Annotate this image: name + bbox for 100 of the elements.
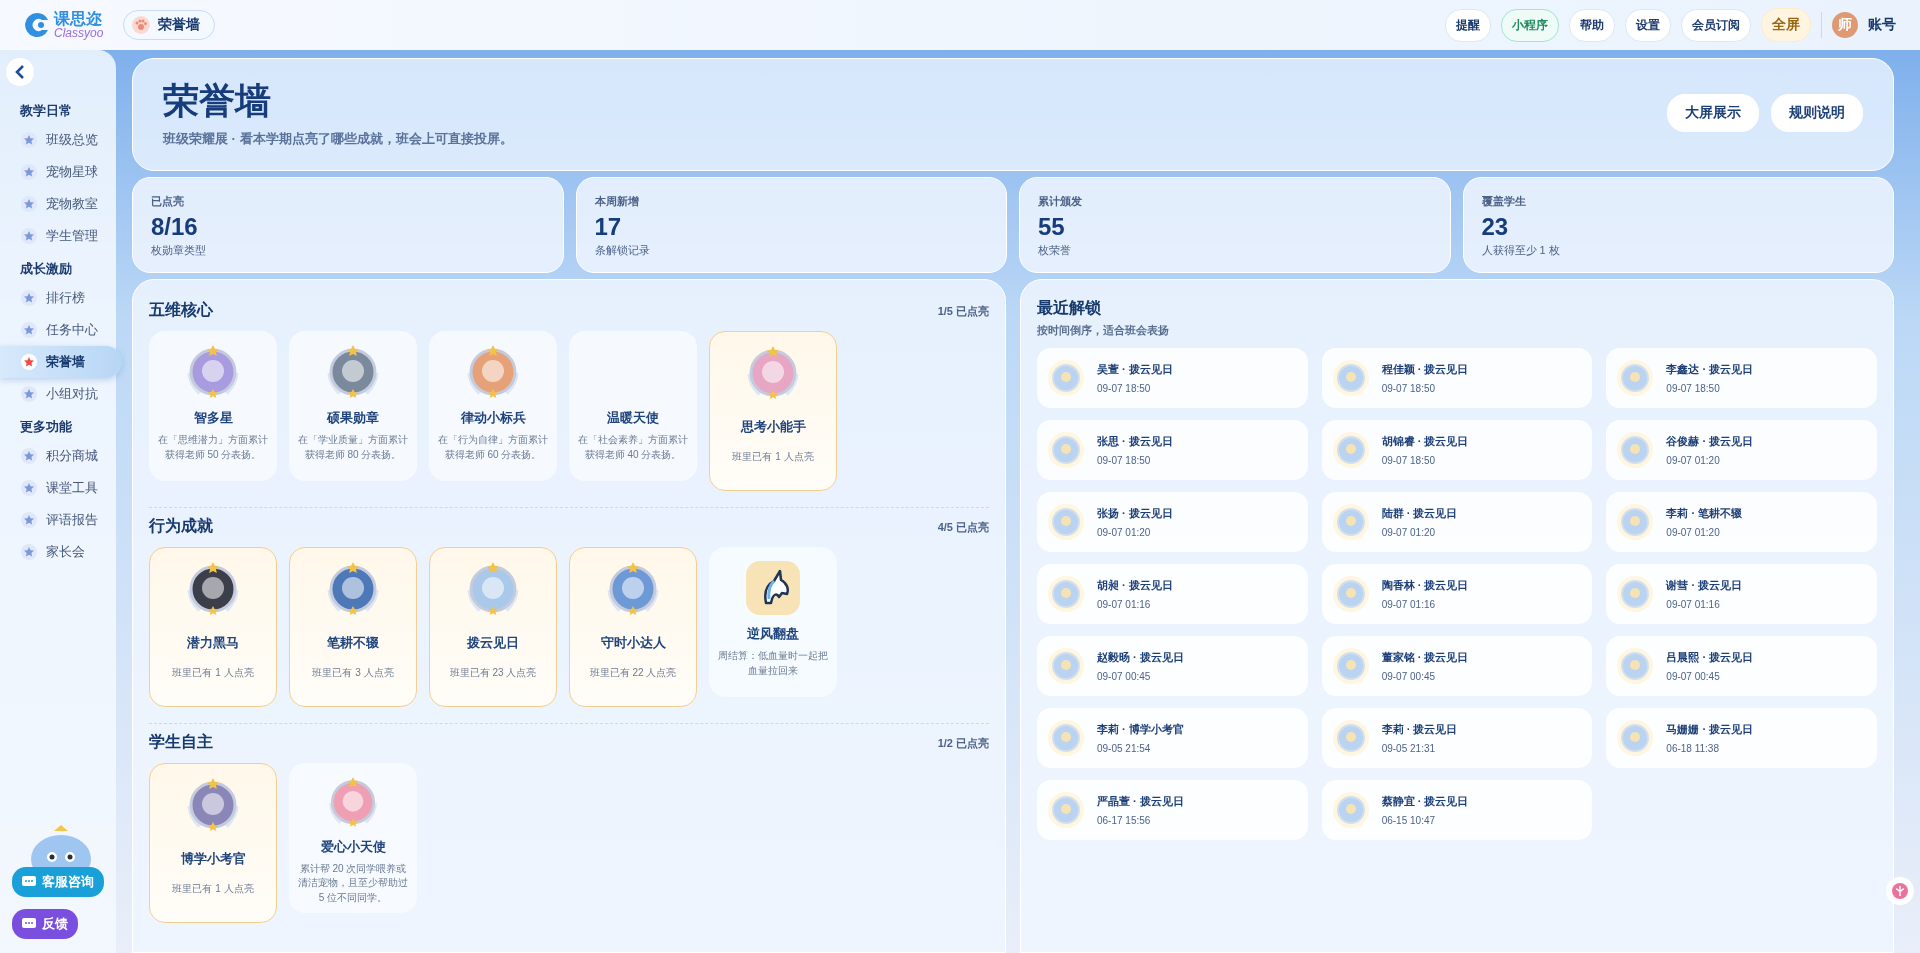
medal-icon bbox=[1616, 359, 1655, 397]
account-link[interactable]: 账号 bbox=[1868, 16, 1896, 34]
hero-button[interactable]: 大屏展示 bbox=[1667, 93, 1759, 132]
sidebar-item[interactable]: 荣誉墙 bbox=[0, 346, 122, 378]
badge-name: 爱心小天使 bbox=[320, 837, 386, 856]
menu-item-icon bbox=[20, 353, 38, 371]
record-time: 09-07 01:16 bbox=[1097, 599, 1152, 610]
sidebar-item[interactable]: 宠物教室 bbox=[0, 188, 116, 220]
badge-name: 温暖天使 bbox=[607, 409, 659, 427]
record-title: 谢彗 · 拨云见日 bbox=[1666, 578, 1743, 593]
record-title: 张扬 · 拨云见日 bbox=[1097, 506, 1173, 521]
badge-description: 累计帮 20 次同学喂养或清洁宠物，且至少帮助过 5 位不同同学。 bbox=[297, 861, 409, 905]
badge-card[interactable]: 爱心小天使 累计帮 20 次同学喂养或清洁宠物，且至少帮助过 5 位不同同学。 bbox=[289, 763, 417, 913]
badge-card[interactable]: 思考小能手 班里已有 1 人点亮 bbox=[709, 331, 837, 491]
stat-value: 23 bbox=[1481, 213, 1510, 241]
record-time: 09-07 01:20 bbox=[1381, 527, 1437, 538]
medal-icon bbox=[1616, 647, 1655, 685]
record-time: 09-07 01:20 bbox=[1097, 527, 1152, 538]
assistant-button[interactable] bbox=[1886, 877, 1914, 905]
sidebar-item[interactable]: 小组对抗 bbox=[0, 378, 116, 410]
section-subtitle: 按时间倒序，适合班会表扬 bbox=[1037, 323, 1170, 338]
badge-card[interactable]: 硕果勋章 在「学业质量」方面累计获得老师 80 分表扬。 bbox=[289, 331, 417, 481]
record-title: 李莉 · 博学小考官 bbox=[1097, 722, 1184, 737]
sidebar-item[interactable]: 宠物星球 bbox=[0, 156, 116, 188]
section-count: 1/2 已点亮 bbox=[937, 736, 989, 751]
record-title: 张思 · 拨云见日 bbox=[1097, 434, 1173, 449]
badge-card[interactable]: 博学小考官 班里已有 1 人点亮 bbox=[149, 763, 277, 923]
toolbar-button[interactable]: 小程序 bbox=[1501, 8, 1559, 42]
record-time: 09-07 18:50 bbox=[1381, 383, 1437, 394]
badge-card[interactable]: 温暖天使 在「社会素养」方面累计获得老师 40 分表扬。 bbox=[569, 331, 697, 481]
record-title: 胡锦睿 · 拨云见日 bbox=[1381, 434, 1469, 449]
logo-name: 课思迩 bbox=[54, 11, 103, 27]
record-title: 李莉 · 笔耕不辍 bbox=[1666, 506, 1743, 521]
record-time: 09-07 18:50 bbox=[1097, 455, 1152, 466]
sidebar-item[interactable]: 积分商城 bbox=[0, 440, 116, 472]
medal-icon bbox=[1331, 719, 1370, 757]
medal-icon bbox=[1047, 575, 1085, 613]
section-title: 五维核心 bbox=[149, 300, 213, 320]
record-title: 胡昶 · 拨云见日 bbox=[1097, 578, 1173, 593]
record-title: 程佳颖 · 拨云见日 bbox=[1381, 362, 1469, 377]
toolbar-button[interactable]: 会员订阅 bbox=[1681, 8, 1751, 42]
badge-card[interactable]: 逆风翻盘 周结算：低血量时一起把血量拉回来 bbox=[709, 547, 837, 697]
medal-icon bbox=[1047, 503, 1085, 541]
badge-card[interactable]: 拨云见日 班里已有 23 人点亮 bbox=[429, 547, 557, 707]
badge-description: 周结算：低血量时一起把血量拉回来 bbox=[717, 649, 829, 678]
stat-value: 17 bbox=[594, 213, 623, 241]
page-title: 荣誉墙 bbox=[163, 79, 272, 123]
badge-description: 在「社会素养」方面累计获得老师 40 分表扬。 bbox=[577, 433, 689, 462]
toolbar-button[interactable]: 全屏 bbox=[1761, 8, 1811, 42]
menu-item-icon bbox=[20, 511, 38, 529]
toolbar-button[interactable]: 帮助 bbox=[1569, 8, 1615, 42]
sidebar-item[interactable]: 班级总览 bbox=[0, 124, 116, 156]
feedback-button[interactable]: 反馈 bbox=[12, 909, 78, 939]
record-time: 09-07 18:50 bbox=[1097, 383, 1152, 394]
stat-note: 人获得至少 1 枚 bbox=[1481, 243, 1561, 258]
stat-note: 枚勋章类型 bbox=[151, 243, 207, 258]
record-time: 09-07 00:45 bbox=[1097, 671, 1152, 682]
stat-value: 55 bbox=[1038, 213, 1066, 241]
badge-description: 班里已有 3 人点亮 bbox=[312, 666, 394, 680]
badge-card[interactable]: 守时小达人 班里已有 22 人点亮 bbox=[569, 547, 697, 707]
menu-item-icon bbox=[20, 163, 38, 181]
hero-button[interactable]: 规则说明 bbox=[1771, 93, 1863, 132]
sidebar-group-title: 教学日常 bbox=[19, 102, 73, 120]
collapse-button[interactable] bbox=[6, 58, 34, 86]
badge-card[interactable]: 律动小标兵 在「行为自律」方面累计获得老师 60 分表扬。 bbox=[429, 331, 557, 481]
menu-item-icon bbox=[20, 195, 38, 213]
record-title: 吕晨熙 · 拨云见日 bbox=[1666, 650, 1754, 665]
stat-note: 条解锁记录 bbox=[594, 243, 651, 258]
record-time: 06-15 10:47 bbox=[1381, 815, 1437, 826]
menu-item-icon bbox=[20, 479, 38, 497]
section-count: 1/5 已点亮 bbox=[937, 304, 989, 319]
section-count: 4/5 已点亮 bbox=[937, 520, 989, 535]
record-time: 09-07 01:16 bbox=[1381, 599, 1437, 610]
record-time: 09-07 18:50 bbox=[1666, 383, 1721, 394]
sidebar-group-title: 成长激励 bbox=[19, 260, 73, 278]
chat-icon bbox=[22, 876, 36, 888]
sidebar-item[interactable]: 家长会 bbox=[0, 536, 116, 568]
sidebar-item[interactable]: 任务中心 bbox=[0, 314, 116, 346]
menu-item-icon bbox=[20, 385, 38, 403]
sidebar-item[interactable]: 课堂工具 bbox=[0, 472, 116, 504]
badge-name: 硕果勋章 bbox=[327, 409, 379, 427]
record-time: 09-05 21:54 bbox=[1097, 743, 1152, 754]
badge-name: 博学小考官 bbox=[180, 850, 246, 868]
sidebar-item[interactable]: 评语报告 bbox=[0, 504, 116, 536]
record-title: 李莉 · 拨云见日 bbox=[1381, 722, 1458, 737]
badge-card[interactable]: 智多星 在「思维潜力」方面累计获得老师 50 分表扬。 bbox=[149, 331, 277, 481]
toolbar-button[interactable]: 提醒 bbox=[1445, 8, 1491, 42]
record-time: 09-05 21:31 bbox=[1381, 743, 1437, 754]
chevron-left-icon bbox=[14, 65, 26, 79]
badge-name: 逆风翻盘 bbox=[747, 625, 799, 643]
record-time: 09-07 00:45 bbox=[1666, 671, 1721, 682]
badge-card[interactable]: 笔耕不辍 班里已有 3 人点亮 bbox=[289, 547, 417, 707]
badge-name: 思考小能手 bbox=[740, 418, 806, 436]
sidebar-item[interactable]: 排行榜 bbox=[0, 282, 116, 314]
sidebar-item[interactable]: 学生管理 bbox=[0, 220, 116, 252]
badge-card[interactable]: 潜力黑马 班里已有 1 人点亮 bbox=[149, 547, 277, 707]
toolbar-button[interactable]: 设置 bbox=[1625, 8, 1671, 42]
stat-note: 枚荣誉 bbox=[1038, 243, 1072, 258]
medal-icon bbox=[1047, 719, 1085, 757]
record-title: 谷俊赫 · 拨云见日 bbox=[1666, 434, 1754, 449]
